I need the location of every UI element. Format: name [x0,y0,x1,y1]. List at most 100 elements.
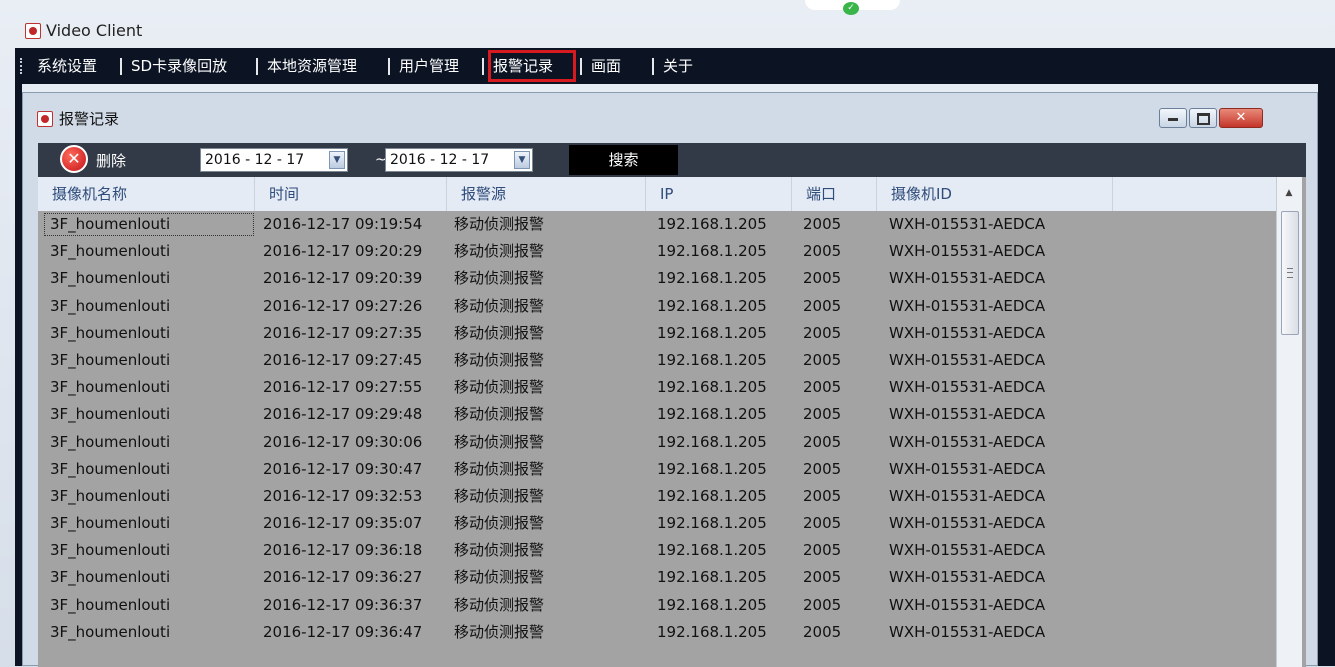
cell-camera-name: 3F_houmenlouti [50,350,171,369]
table-row[interactable]: 3F_houmenlouti 2016-12-17 09:35:07 移动侦测报警 1… [38,510,1276,537]
start-date-picker[interactable]: 2016 - 12 - 17 ▼ [200,148,348,172]
alarm-records-table: 摄像机名称 时间 报警源 IP 端口 摄像机ID 3F_houmenlouti 2… [38,177,1306,667]
cell-port: 2005 [803,432,842,451]
right-panel-edge [1318,84,1335,666]
cell-port: 2005 [803,514,842,533]
column-header-port[interactable]: 端口 [792,177,877,211]
table-row[interactable]: 3F_houmenlouti 2016-12-17 09:19:54 移动侦测报警 1… [38,211,1276,238]
cell-ip: 192.168.1.205 [657,323,767,342]
search-button[interactable]: 搜索 [569,145,678,175]
cell-alarm-source: 移动侦测报警 [454,568,545,587]
table-row[interactable]: 3F_houmenlouti 2016-12-17 09:20:39 移动侦测报警 1… [38,265,1276,292]
cell-camera-id: WXH-015531-AEDCA [889,323,1046,342]
cell-time: 2016-12-17 09:27:45 [263,350,423,369]
cell-port: 2005 [803,486,842,505]
table-row[interactable]: 3F_houmenlouti 2016-12-17 09:30:06 移动侦测报警 1… [38,429,1276,456]
close-button[interactable]: ✕ [1219,108,1263,128]
cell-camera-id: WXH-015531-AEDCA [889,541,1046,560]
chevron-down-icon[interactable]: ▼ [329,151,345,169]
cell-time: 2016-12-17 09:19:54 [263,215,423,233]
cell-alarm-source: 移动侦测报警 [454,350,545,369]
table-row[interactable]: 3F_houmenlouti 2016-12-17 09:27:35 移动侦测报警 1… [38,320,1276,347]
table-row[interactable]: 3F_houmenlouti 2016-12-17 09:36:47 移动侦测报警 1… [38,619,1276,646]
maximize-button[interactable] [1189,108,1217,128]
cell-camera-name: 3F_houmenlouti [50,514,171,533]
cell-alarm-source: 移动侦测报警 [454,514,545,533]
cell-time: 2016-12-17 09:27:55 [263,378,423,397]
cell-time: 2016-12-17 09:27:26 [263,296,423,315]
cell-time: 2016-12-17 09:27:35 [263,323,423,342]
cell-camera-id: WXH-015531-AEDCA [889,514,1046,533]
cell-camera-name: 3F_houmenlouti [50,405,171,424]
cell-ip: 192.168.1.205 [657,350,767,369]
cell-camera-id: WXH-015531-AEDCA [889,459,1046,478]
cell-camera-id: WXH-015531-AEDCA [889,215,1046,233]
app-title: Video Client [46,21,143,40]
minimize-icon [1168,118,1178,121]
menu-item-system-settings[interactable]: 系统设置 [37,48,97,84]
table-row[interactable]: 3F_houmenlouti 2016-12-17 09:20:29 移动侦测报警 1… [38,238,1276,265]
cell-camera-name: 3F_houmenlouti [50,378,171,397]
cell-alarm-source: 移动侦测报警 [454,595,545,614]
column-header-ip[interactable]: IP [646,177,792,211]
cell-ip: 192.168.1.205 [657,269,767,288]
column-header-alarm-source[interactable]: 报警源 [447,177,646,211]
menu-item-local-resources[interactable]: 本地资源管理 [267,48,357,84]
menu-item-view[interactable]: 画面 [591,48,621,84]
cell-camera-id: WXH-015531-AEDCA [889,486,1046,505]
cell-time: 2016-12-17 09:35:07 [263,514,423,533]
cell-alarm-source: 移动侦测报警 [454,378,545,397]
table-row[interactable]: 3F_houmenlouti 2016-12-17 09:30:47 移动侦测报警 1… [38,456,1276,483]
cell-ip: 192.168.1.205 [657,541,767,560]
column-header-camera-name[interactable]: 摄像机名称 [38,177,255,211]
app-logo-icon [25,23,41,39]
menu-item-sd-playback[interactable]: SD卡录像回放 [131,48,227,84]
menu-item-about[interactable]: 关于 [663,48,693,84]
cell-time: 2016-12-17 09:29:48 [263,405,423,424]
table-row[interactable]: 3F_houmenlouti 2016-12-17 09:36:27 移动侦测报警 1… [38,564,1276,591]
scroll-up-icon[interactable]: ▲ [1281,187,1297,199]
cell-time: 2016-12-17 09:36:47 [263,622,423,641]
table-row[interactable]: 3F_houmenlouti 2016-12-17 09:29:48 移动侦测报警 1… [38,401,1276,428]
cell-camera-name: 3F_houmenlouti [50,595,171,614]
cell-camera-id: WXH-015531-AEDCA [889,595,1046,614]
minimize-button[interactable] [1159,108,1187,128]
dialog-logo-icon [37,111,53,127]
menu-separator [580,58,582,75]
cell-ip: 192.168.1.205 [657,296,767,315]
scroll-thumb[interactable] [1281,211,1299,335]
end-date-picker[interactable]: 2016 - 12 - 17 ▼ [385,148,533,172]
table-row[interactable]: 3F_houmenlouti 2016-12-17 09:36:37 移动侦测报警 1… [38,592,1276,619]
delete-icon[interactable]: ✕ [60,145,88,173]
cell-camera-id: WXH-015531-AEDCA [889,269,1046,288]
cell-camera-name: 3F_houmenlouti [50,568,171,587]
table-row[interactable]: 3F_houmenlouti 2016-12-17 09:27:55 移动侦测报警 1… [38,374,1276,401]
cell-camera-name: 3F_houmenlouti [50,296,171,315]
delete-button[interactable]: 删除 [96,150,126,171]
cell-camera-name: 3F_houmenlouti [50,323,171,342]
column-header-time[interactable]: 时间 [255,177,447,211]
table-row[interactable]: 3F_houmenlouti 2016-12-17 09:27:45 移动侦测报警 1… [38,347,1276,374]
table-row[interactable]: 3F_houmenlouti 2016-12-17 09:27:26 移动侦测报警 1… [38,293,1276,320]
cell-alarm-source: 移动侦测报警 [454,242,545,261]
title-bar: Video Client [0,14,1335,48]
cell-ip: 192.168.1.205 [657,432,767,451]
menu-highlight-box [488,50,576,82]
cell-camera-name: 3F_houmenlouti [50,459,171,478]
menu-separator [388,58,390,75]
cell-alarm-source: 移动侦测报警 [454,459,545,478]
cell-ip: 192.168.1.205 [657,378,767,397]
table-row[interactable]: 3F_houmenlouti 2016-12-17 09:32:53 移动侦测报警 1… [38,483,1276,510]
cell-camera-id: WXH-015531-AEDCA [889,350,1046,369]
alarm-records-dialog: 报警记录 ✕ ✕ 删除 2016 - 12 - 17 ▼ ~ 2016 - 12… [22,92,1318,667]
cell-alarm-source: 移动侦测报警 [454,541,545,560]
cell-camera-name: 3F_houmenlouti [50,269,171,288]
table-row[interactable]: 3F_houmenlouti 2016-12-17 09:36:18 移动侦测报警 1… [38,537,1276,564]
menu-item-user-management[interactable]: 用户管理 [399,48,459,84]
column-header-camera-id[interactable]: 摄像机ID [877,177,1113,211]
chevron-down-icon[interactable]: ▼ [514,151,530,169]
vertical-scrollbar[interactable]: ▲ [1276,177,1302,667]
cell-camera-id: WXH-015531-AEDCA [889,432,1046,451]
toolbar: ✕ 删除 2016 - 12 - 17 ▼ ~ 2016 - 12 - 17 ▼… [38,143,1306,177]
cell-alarm-source: 移动侦测报警 [454,269,545,288]
